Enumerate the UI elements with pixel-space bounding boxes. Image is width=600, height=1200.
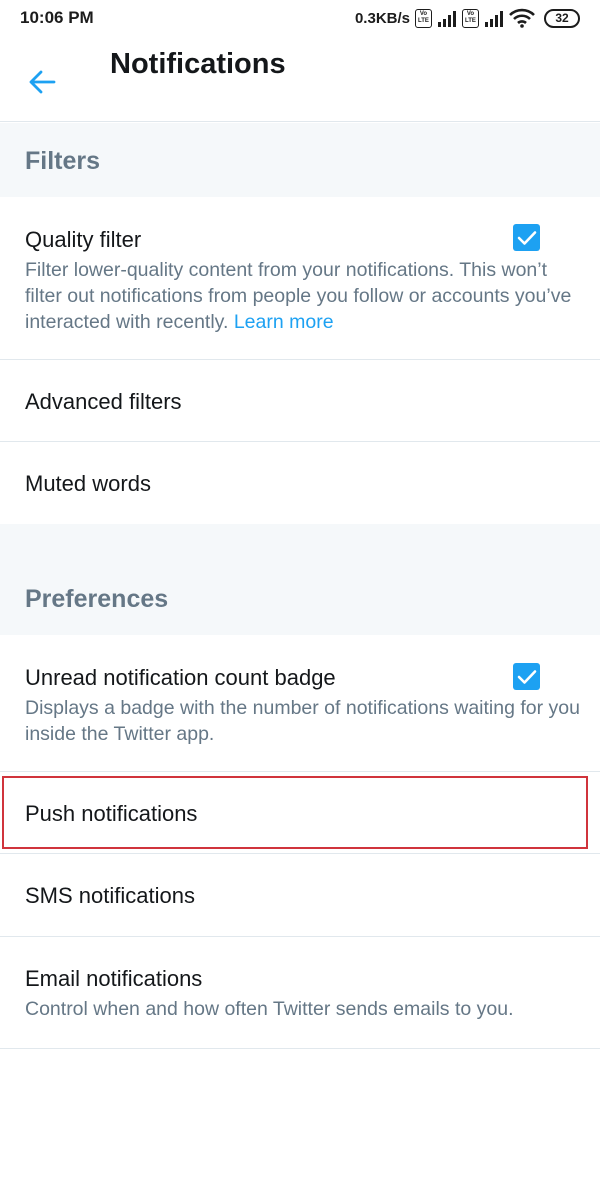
status-bar: 10:06 PM 0.3KB/s Vo LTE Vo LTE 32 bbox=[0, 0, 600, 36]
status-indicators: 0.3KB/s Vo LTE Vo LTE 32 bbox=[355, 8, 580, 28]
unread-badge-checkbox[interactable] bbox=[513, 663, 540, 690]
back-button[interactable] bbox=[18, 58, 66, 106]
muted-words-row[interactable]: Muted words bbox=[0, 442, 600, 524]
volte-icon: Vo LTE bbox=[415, 8, 432, 28]
highlight-box bbox=[2, 776, 588, 849]
volte-bottom-text-2: LTE bbox=[465, 18, 476, 24]
volte-icon-2: Vo LTE bbox=[462, 8, 479, 28]
unread-badge-row[interactable]: Unread notification count badge Displays… bbox=[0, 635, 600, 772]
checkmark-icon bbox=[517, 669, 536, 684]
volte-bottom-text: LTE bbox=[418, 18, 429, 24]
advanced-filters-label: Advanced filters bbox=[25, 389, 182, 414]
quality-filter-label: Quality filter bbox=[25, 227, 142, 252]
quality-filter-checkbox[interactable] bbox=[513, 224, 540, 251]
arrow-left-icon bbox=[29, 70, 56, 94]
app-bar: Notifications bbox=[0, 36, 600, 122]
volte-top-text-2: Vo bbox=[466, 11, 475, 17]
wifi-icon bbox=[509, 8, 535, 28]
section-title-preferences: Preferences bbox=[25, 585, 169, 613]
sms-notifications-row[interactable]: SMS notifications bbox=[0, 854, 600, 937]
muted-words-label: Muted words bbox=[25, 471, 151, 496]
signal-icon bbox=[438, 11, 456, 27]
section-header-preferences: Preferences bbox=[0, 524, 600, 635]
unread-badge-label: Unread notification count badge bbox=[25, 665, 336, 690]
unread-badge-description: Displays a badge with the number of noti… bbox=[25, 697, 580, 745]
quality-filter-description: Filter lower-quality content from your n… bbox=[25, 257, 580, 335]
email-notifications-row[interactable]: Email notifications Control when and how… bbox=[0, 937, 600, 1049]
network-speed: 0.3KB/s bbox=[354, 9, 410, 27]
signal-icon-2 bbox=[485, 11, 503, 27]
email-notifications-description: Control when and how often Twitter sends… bbox=[25, 998, 514, 1020]
learn-more-link[interactable]: Learn more bbox=[234, 311, 334, 333]
checkmark-icon bbox=[517, 230, 536, 245]
sms-notifications-label: SMS notifications bbox=[25, 883, 195, 908]
advanced-filters-row[interactable]: Advanced filters bbox=[0, 360, 600, 442]
status-time: 10:06 PM bbox=[20, 8, 94, 27]
battery-icon: 32 bbox=[544, 8, 580, 28]
section-title-filters: Filters bbox=[25, 147, 101, 175]
email-notifications-label: Email notifications bbox=[25, 966, 203, 991]
page-title: Notifications bbox=[110, 48, 286, 80]
volte-top-text: Vo bbox=[419, 11, 428, 17]
quality-filter-row[interactable]: Quality filter Filter lower-quality cont… bbox=[0, 197, 600, 360]
section-header-filters: Filters bbox=[0, 123, 600, 197]
